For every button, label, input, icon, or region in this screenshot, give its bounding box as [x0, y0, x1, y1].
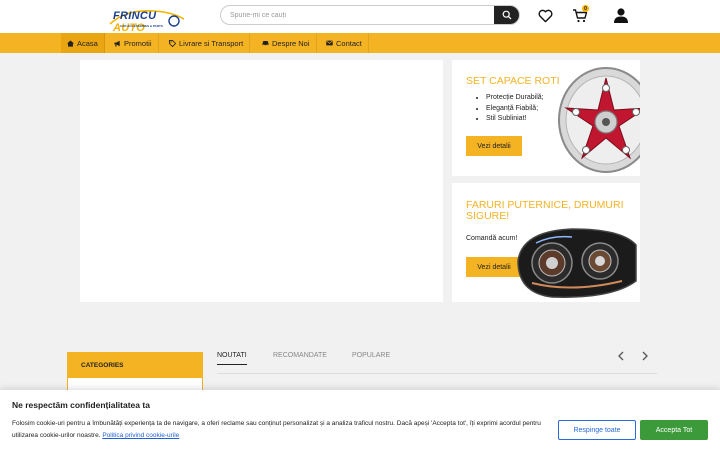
logo-tagline: CAR ACCESSORIES & PARTS: [120, 24, 163, 28]
nav-item-label: Contact: [336, 38, 362, 48]
promo-title-line: SIGURE!: [466, 210, 510, 222]
nav-item-contact[interactable]: Contact: [320, 33, 369, 53]
view-details-button[interactable]: Vezi detalii: [466, 136, 522, 156]
accept-all-button[interactable]: Accepta Tot: [640, 420, 708, 440]
promo-banner-capace: SET CAPACE ROTI Protecție Durabilă; Eleg…: [452, 60, 640, 176]
search-input[interactable]: [221, 6, 497, 24]
home-icon: [67, 39, 74, 47]
cart-count-badge: 0: [582, 5, 589, 12]
wishlist-button[interactable]: [535, 6, 555, 26]
nav-item-label: Despre Noi: [272, 38, 310, 48]
cookie-consent-banner: Ne respectăm confidențialitatea ta Folos…: [0, 390, 720, 450]
chevron-left-icon[interactable]: [616, 351, 626, 361]
site-logo[interactable]: FRINCU AUTO CAR ACCESSORIES & PARTS: [106, 7, 186, 34]
nav-item-label: Acasa: [77, 38, 98, 48]
nav-item-label: Livrare si Transport: [179, 38, 244, 48]
list-item: Eleganță Fiabilă;: [486, 104, 544, 115]
envelope-icon: [326, 40, 333, 46]
promo-banner-faruri: FARURI PUTERNICE, DRUMURI SIGURE! Comand…: [452, 183, 640, 302]
promo-title: FARURI PUTERNICE, DRUMURI SIGURE!: [466, 200, 624, 222]
nav-item-acasa[interactable]: Acasa: [61, 33, 105, 53]
search-bar: [220, 5, 520, 25]
headlight-image: [517, 228, 637, 298]
promo-feature-list: Protecție Durabilă; Eleganță Fiabilă; St…: [486, 93, 544, 125]
tab-populare[interactable]: POPULARE: [352, 352, 390, 359]
nav-item-despre-noi[interactable]: Despre Noi: [256, 33, 317, 53]
hubcap-image: [558, 67, 640, 173]
chevron-right-icon[interactable]: [640, 351, 650, 361]
product-tabs: NOUTATI RECOMANDATE POPULARE: [217, 350, 657, 374]
reject-all-button[interactable]: Respinge toate: [558, 420, 636, 440]
promo-subtitle: Comandă acum!: [466, 235, 518, 242]
tag-icon: [169, 39, 176, 47]
cart-button[interactable]: 0: [570, 5, 590, 26]
car-icon: [262, 41, 269, 46]
logo-wordmark: FRINCU AUTO: [113, 10, 157, 34]
cookie-message: Folosim cookie-uri pentru a îmbunătăți e…: [12, 418, 547, 442]
nav-item-promotii[interactable]: Promotii: [108, 33, 159, 53]
categories-heading[interactable]: CATEGORIES: [68, 353, 202, 378]
nav-item-label: Promotii: [124, 38, 152, 48]
megaphone-icon: [114, 40, 120, 47]
nav-item-livrare[interactable]: Livrare si Transport: [163, 33, 251, 53]
categories-panel: CATEGORIES: [67, 352, 203, 392]
main-navigation: Acasa Promotii Livrare si Transport Desp…: [0, 33, 720, 53]
list-item: Protecție Durabilă;: [486, 93, 544, 104]
search-icon: [502, 10, 511, 20]
list-item: Stil Subliniat!: [486, 114, 544, 125]
cookie-title: Ne respectăm confidențialitatea ta: [12, 400, 150, 410]
promo-title: SET CAPACE ROTI: [466, 75, 560, 87]
cookie-message-text: Folosim cookie-uri pentru a îmbunătăți e…: [12, 420, 541, 439]
tab-recomandate[interactable]: RECOMANDATE: [273, 352, 327, 359]
search-button[interactable]: [494, 6, 519, 24]
site-header: FRINCU AUTO CAR ACCESSORIES & PARTS 0: [0, 0, 720, 34]
cookie-policy-link[interactable]: Politica privind cookie-urile: [102, 432, 179, 439]
tab-noutati[interactable]: NOUTATI: [217, 352, 247, 365]
hero-slider[interactable]: [80, 60, 443, 302]
user-icon: [614, 8, 628, 23]
heart-icon: [538, 9, 552, 23]
account-button[interactable]: [611, 5, 631, 25]
